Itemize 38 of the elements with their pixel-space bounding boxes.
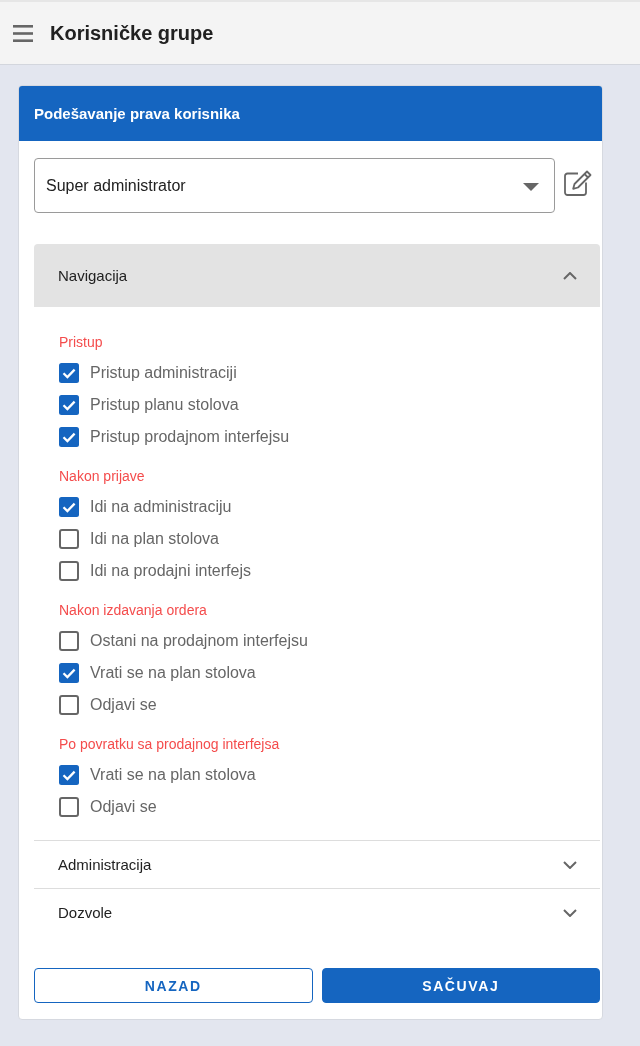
checkbox[interactable] bbox=[59, 561, 79, 581]
checkbox-label[interactable]: Odjavi se bbox=[90, 798, 157, 816]
group-title: Po povratku sa prodajnog interfejsa bbox=[59, 735, 280, 753]
checkbox[interactable] bbox=[59, 765, 79, 785]
checkbox[interactable] bbox=[59, 663, 79, 683]
card-title: Podešavanje prava korisnika bbox=[34, 105, 240, 122]
checkbox-label[interactable]: Idi na plan stolova bbox=[90, 530, 219, 548]
menu-icon[interactable] bbox=[13, 24, 33, 42]
checkbox[interactable] bbox=[59, 363, 79, 383]
checkbox-label[interactable]: Vrati se na plan stolova bbox=[90, 664, 256, 682]
checkbox[interactable] bbox=[59, 695, 79, 715]
role-select[interactable]: Super administrator bbox=[34, 158, 555, 213]
checkbox[interactable] bbox=[59, 427, 79, 447]
checkbox[interactable] bbox=[59, 395, 79, 415]
checkbox-label[interactable]: Odjavi se bbox=[90, 696, 157, 714]
chevron-up-icon bbox=[563, 271, 577, 280]
checkbox-label[interactable]: Pristup planu stolova bbox=[90, 396, 239, 414]
edit-icon[interactable] bbox=[564, 170, 592, 196]
checkbox-label[interactable]: Pristup prodajnom interfejsu bbox=[90, 428, 290, 446]
accordion-header[interactable]: Navigacija bbox=[34, 244, 600, 307]
checkbox[interactable] bbox=[59, 631, 79, 651]
group-title: Nakon izdavanja ordera bbox=[59, 601, 207, 619]
checkbox-label[interactable]: Ostani na prodajnom interfejsu bbox=[90, 632, 308, 650]
checkbox-label[interactable]: Idi na administraciju bbox=[90, 498, 232, 516]
page-title: Korisničke grupe bbox=[50, 21, 214, 45]
checkbox-label[interactable]: Pristup administraciji bbox=[90, 364, 237, 382]
group-title: Pristup bbox=[59, 333, 103, 351]
dropdown-caret-icon bbox=[523, 183, 539, 191]
back-button[interactable]: NAZAD bbox=[34, 968, 313, 1003]
checkbox[interactable] bbox=[59, 497, 79, 517]
group-title: Nakon prijave bbox=[59, 467, 145, 485]
checkbox[interactable] bbox=[59, 529, 79, 549]
checkbox-label[interactable]: Idi na prodajni interfejs bbox=[90, 562, 251, 580]
save-button[interactable]: SAČUVAJ bbox=[321, 968, 600, 1003]
chevron-down-icon bbox=[563, 860, 577, 869]
checkbox[interactable] bbox=[59, 797, 79, 817]
checkbox-label[interactable]: Vrati se na plan stolova bbox=[90, 766, 256, 784]
chevron-down-icon bbox=[563, 908, 577, 917]
